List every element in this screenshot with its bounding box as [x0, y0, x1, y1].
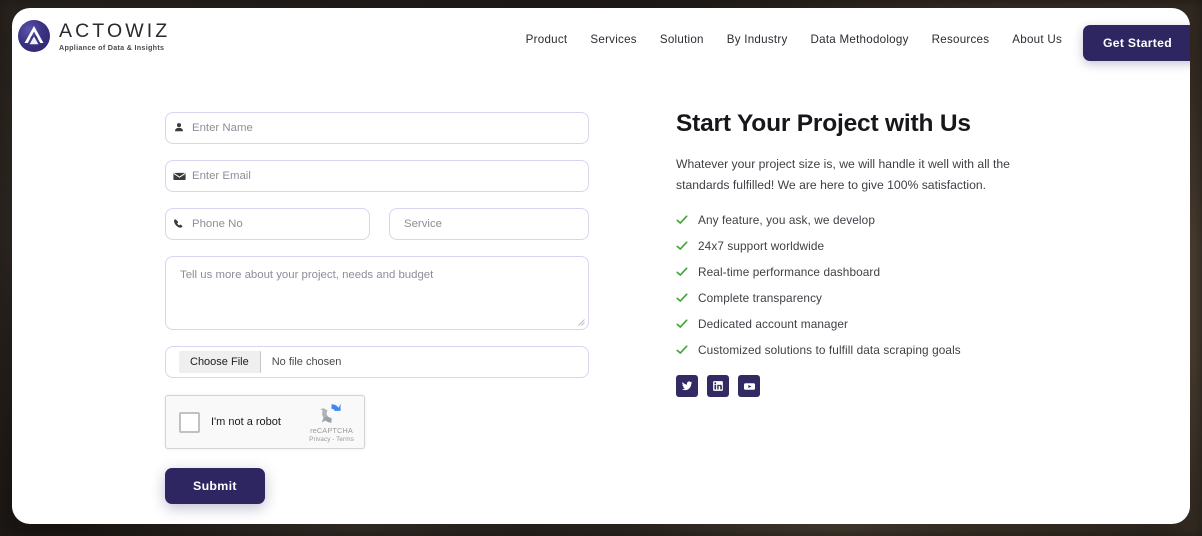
nav-item-solution[interactable]: Solution [660, 33, 704, 46]
benefit-item: Complete transparency [676, 291, 1076, 305]
logo-text-block: ACTOWIZ Appliance of Data & Insights [59, 21, 170, 51]
recaptcha-branding: reCAPTCHA Privacy - Terms [303, 401, 364, 444]
check-icon [676, 215, 688, 225]
site-header: ACTOWIZ Appliance of Data & Insights Pro… [12, 8, 1190, 70]
check-icon [676, 293, 688, 303]
page-content: Choose File No file chosen I'm not a rob… [12, 70, 1190, 524]
actowiz-logo-icon [18, 20, 50, 52]
nav-item-data-methodology[interactable]: Data Methodology [811, 33, 909, 46]
social-link-twitter[interactable] [676, 375, 698, 398]
email-field[interactable] [165, 160, 589, 192]
recaptcha-widget[interactable]: I'm not a robot reCAPTCHA Privacy - Term… [165, 395, 365, 449]
file-upload-field[interactable]: Choose File No file chosen [165, 346, 589, 378]
phone-input[interactable] [192, 218, 369, 230]
check-icon [676, 345, 688, 355]
check-icon [676, 241, 688, 251]
message-field[interactable] [165, 256, 589, 330]
benefit-item: 24x7 support worldwide [676, 239, 1076, 253]
name-field[interactable] [165, 112, 589, 144]
social-link-youtube[interactable] [738, 375, 760, 398]
benefit-item: Real-time performance dashboard [676, 265, 1076, 279]
get-started-button[interactable]: Get Started [1083, 25, 1190, 61]
info-column: Start Your Project with Us Whatever your… [676, 110, 1076, 398]
user-icon [166, 122, 192, 134]
check-icon [676, 319, 688, 329]
twitter-icon [681, 381, 693, 391]
nav-item-about-us[interactable]: About Us [1012, 33, 1062, 46]
benefits-list: Any feature, you ask, we develop 24x7 su… [676, 213, 1076, 357]
file-status-label: No file chosen [271, 356, 342, 368]
envelope-icon [166, 170, 192, 183]
social-link-linkedin[interactable] [707, 375, 729, 398]
service-input[interactable] [390, 218, 588, 230]
email-input[interactable] [192, 170, 588, 182]
name-input[interactable] [192, 122, 588, 134]
social-links [676, 375, 1076, 398]
recaptcha-legal-links[interactable]: Privacy - Terms [303, 436, 360, 444]
submit-button[interactable]: Submit [165, 468, 265, 504]
recaptcha-brand-name: reCAPTCHA [310, 425, 353, 435]
benefit-item: Any feature, you ask, we develop [676, 213, 1076, 227]
nav-item-by-industry[interactable]: By Industry [727, 33, 788, 46]
benefit-label: 24x7 support worldwide [698, 239, 825, 254]
benefit-item: Dedicated account manager [676, 317, 1076, 331]
phone-service-row [165, 208, 589, 256]
recaptcha-checkbox[interactable] [179, 411, 200, 433]
page-card: ACTOWIZ Appliance of Data & Insights Pro… [12, 8, 1190, 524]
check-icon [676, 267, 688, 277]
main-navigation: Product Services Solution By Industry Da… [526, 8, 1062, 70]
benefit-label: Real-time performance dashboard [698, 265, 881, 280]
benefit-label: Any feature, you ask, we develop [698, 213, 875, 228]
youtube-icon [743, 382, 755, 390]
benefit-label: Complete transparency [698, 291, 823, 306]
phone-field[interactable] [165, 208, 370, 240]
logo-tagline: Appliance of Data & Insights [59, 42, 165, 52]
recaptcha-icon [319, 403, 341, 423]
logo-wordmark: ACTOWIZ [59, 20, 171, 43]
section-heading: Start Your Project with Us [676, 110, 971, 137]
benefit-item: Customized solutions to fulfill data scr… [676, 343, 1076, 357]
nav-item-resources[interactable]: Resources [932, 33, 990, 46]
nav-item-services[interactable]: Services [590, 33, 636, 46]
phone-icon [166, 218, 192, 230]
contact-form: Choose File No file chosen I'm not a rob… [165, 112, 589, 504]
service-field[interactable] [389, 208, 589, 240]
linkedin-icon [713, 381, 723, 392]
section-description: Whatever your project size is, we will h… [676, 157, 1010, 193]
choose-file-button[interactable]: Choose File [179, 351, 261, 373]
message-textarea[interactable] [166, 257, 588, 329]
nav-item-product[interactable]: Product [526, 33, 568, 46]
benefit-label: Customized solutions to fulfill data scr… [698, 343, 961, 358]
benefit-label: Dedicated account manager [698, 317, 849, 332]
site-logo[interactable]: ACTOWIZ Appliance of Data & Insights [18, 20, 170, 52]
recaptcha-label: I'm not a robot [211, 416, 281, 428]
